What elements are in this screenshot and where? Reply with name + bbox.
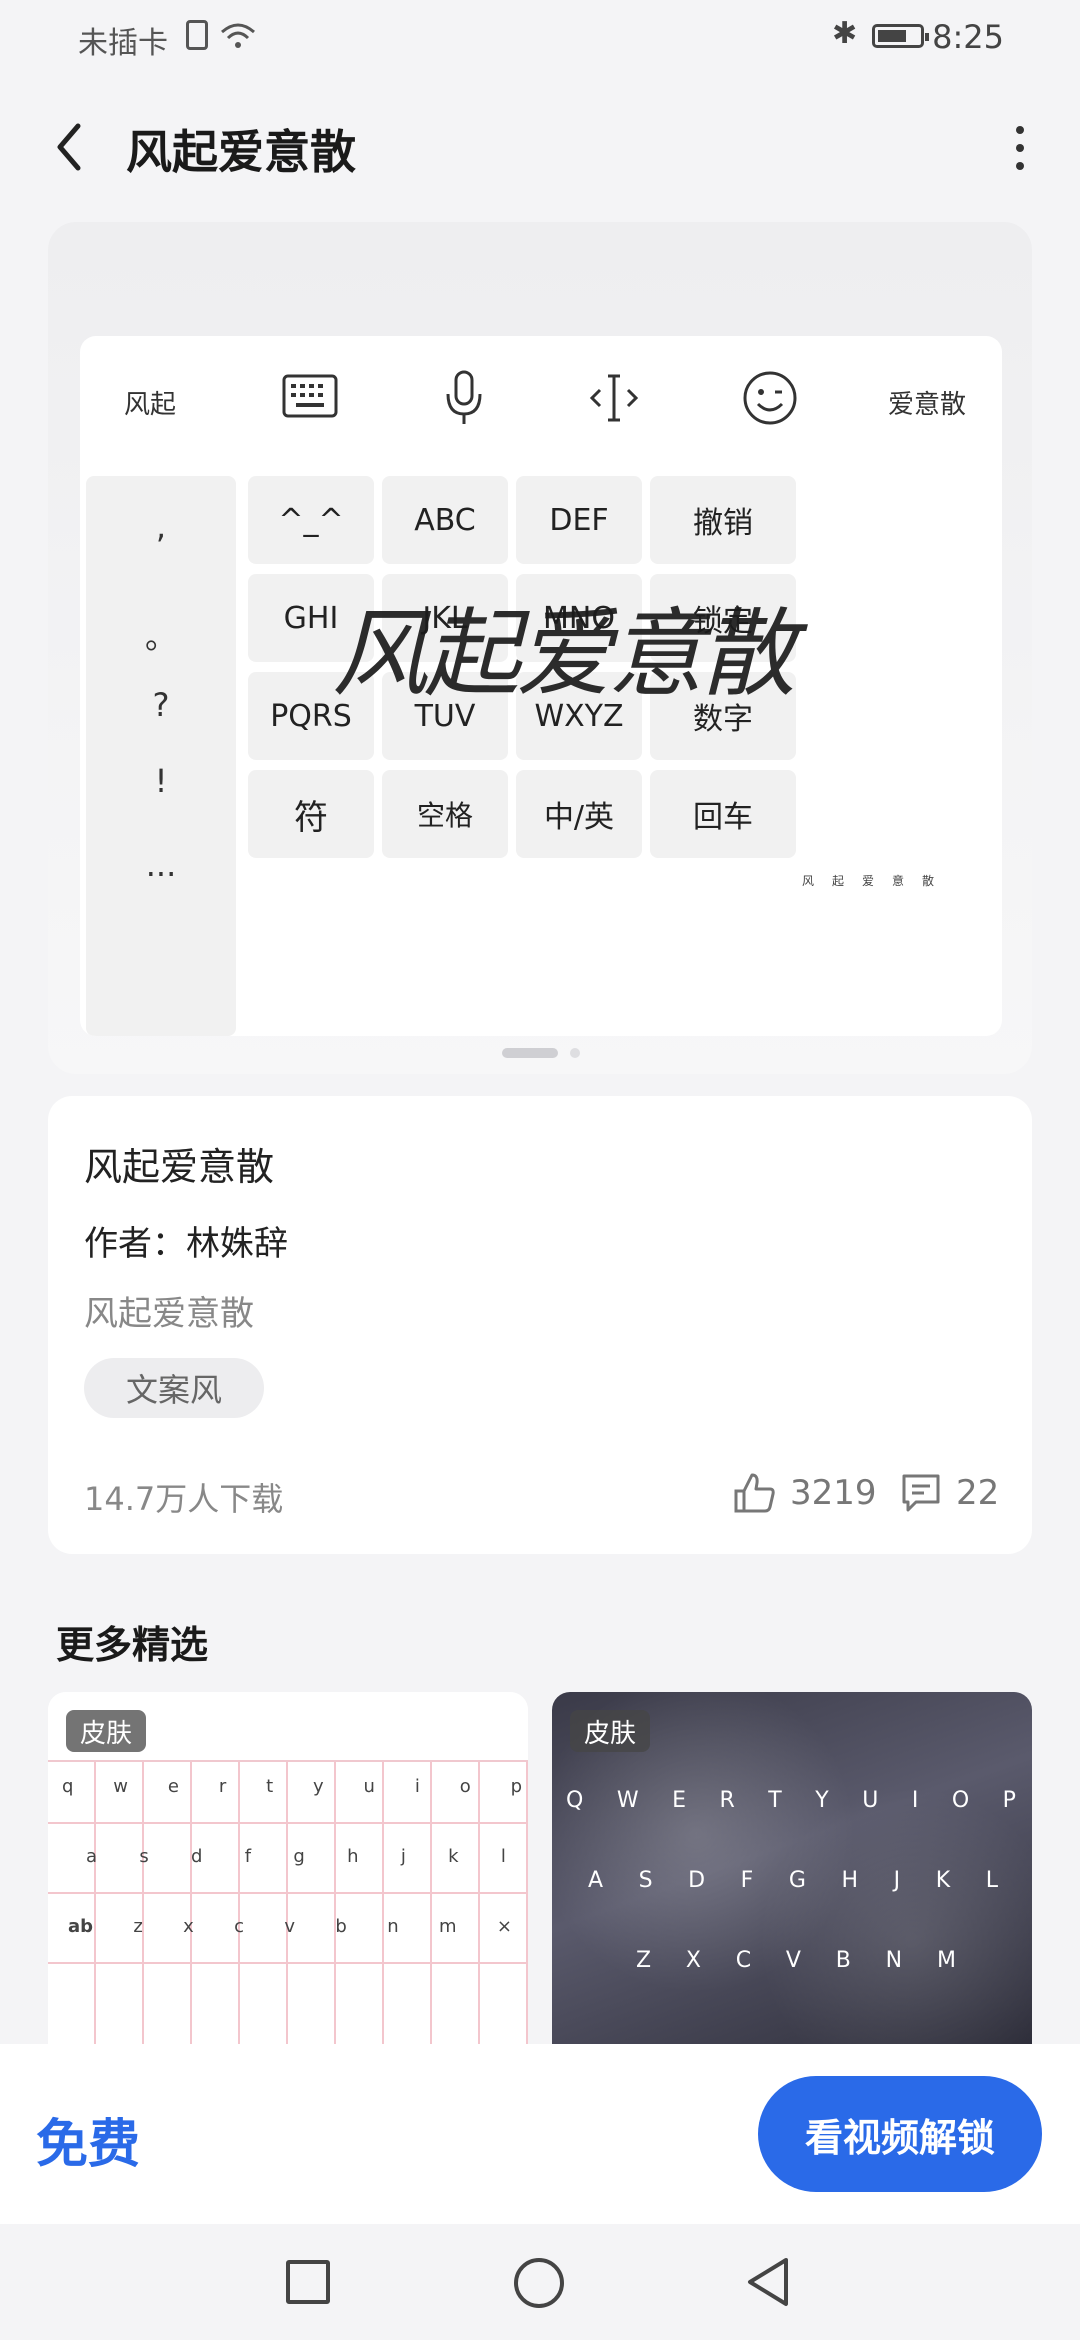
key-symbols: 符: [248, 770, 374, 858]
clock: 8:25: [932, 18, 1004, 56]
app-header: 风起爱意散: [0, 72, 1080, 224]
key-enter: 回车: [650, 770, 796, 858]
thumb2-row1: QWERTYUIOP: [566, 1788, 1016, 1813]
system-nav-bar: [0, 2224, 1080, 2340]
bluetooth-icon: ✱: [832, 16, 858, 51]
thumbs-up-icon: [734, 1473, 775, 1513]
sim-alert-icon: [186, 20, 208, 50]
status-bar: 未插卡 ✱ 8:25: [0, 0, 1080, 72]
skin-description: 风起爱意散: [84, 1294, 254, 1334]
thumb2-badge: 皮肤: [570, 1710, 651, 1752]
toolbar-left-label: 风起: [123, 389, 176, 420]
recents-icon[interactable]: [286, 2260, 330, 2304]
skin-author: 作者：林姝辞: [84, 1224, 288, 1264]
keyboard-preview: 风起 爱意散 , 。 ? ! ... ^_^ ABC DEF 撤销 GHI JK…: [80, 336, 1002, 1036]
thumb1-badge: 皮肤: [66, 1710, 147, 1752]
wifi-icon: [221, 23, 255, 48]
thumb1-keys: [48, 1762, 528, 2046]
like-count: 3219: [790, 1473, 877, 1513]
punct-exclaim: !: [154, 762, 168, 800]
comment-button[interactable]: 22: [900, 1468, 999, 1518]
download-count: 14.7万人下载: [84, 1480, 284, 1518]
key-space: 空格: [382, 770, 508, 858]
cursor-move-icon: [589, 374, 639, 422]
back-nav-icon[interactable]: [742, 2254, 794, 2310]
key-def: DEF: [516, 476, 642, 564]
punct-comma: ,: [155, 508, 167, 546]
skin-name: 风起爱意散: [84, 1145, 275, 1189]
microphone-icon: [446, 370, 482, 424]
home-icon[interactable]: [514, 2258, 564, 2308]
price-label: 免费: [36, 2115, 141, 2175]
emoji-icon: [743, 371, 797, 425]
key-emoticon: ^_^: [248, 476, 374, 564]
punct-period: 。: [144, 618, 177, 656]
punctuation-column: , 。 ? ! ...: [86, 476, 236, 1036]
watch-video-unlock-button[interactable]: 看视频解锁: [758, 2076, 1042, 2192]
skin-preview-card: 风起 爱意散 , 。 ? ! ... ^_^ ABC DEF 撤销 GHI JK…: [48, 222, 1032, 1074]
purchase-bar: 免费 看视频解锁: [0, 2044, 1080, 2224]
skin-thumbnail-1[interactable]: qwertyuiop asdfghjkl ab z x c v b n m × 皮肤: [48, 1692, 528, 2046]
skin-thumbnail-2[interactable]: QWERTYUIOP ASDFGHJKL ZXCVBNM 皮肤: [552, 1692, 1032, 2046]
skin-info-card: 风起爱意散 作者：林姝辞 风起爱意散 文案风 14.7万人下载 3219 22: [48, 1096, 1032, 1554]
key-lang-switch: 中/英: [516, 770, 642, 858]
section-title-more: 更多精选: [56, 1623, 209, 1667]
battery-icon: [872, 24, 929, 48]
skin-tag[interactable]: 文案风: [84, 1358, 264, 1418]
skin-calligraphy-title: 风起爱意散: [332, 598, 796, 710]
keyboard-toolbar: 风起 爱意散: [80, 336, 1002, 466]
thumb1-row3: ab z x c v b n m ×: [68, 1916, 512, 1937]
carrier-label: 未插卡: [78, 26, 168, 61]
page-title: 风起爱意散: [126, 125, 356, 179]
punct-question: ?: [152, 686, 170, 724]
like-button[interactable]: 3219: [732, 1468, 877, 1518]
key-abc: ABC: [382, 476, 508, 564]
back-arrow-icon[interactable]: [44, 112, 94, 182]
comment-icon: [902, 1474, 940, 1512]
comment-count: 22: [956, 1473, 1000, 1513]
punct-ellipsis: ...: [145, 846, 177, 884]
keyboard-icon: [282, 374, 338, 418]
thumb1-row2: asdfghjkl: [86, 1846, 506, 1867]
thumb2-row2: ASDFGHJKL: [588, 1868, 998, 1893]
skin-calligraphy-subtitle: 风起爱意散: [802, 874, 953, 888]
toolbar-right-label: 爱意散: [887, 389, 966, 420]
thumb2-row3: ZXCVBNM: [636, 1948, 956, 1973]
thumb1-row1: qwertyuiop: [62, 1776, 522, 1797]
more-options-icon[interactable]: [1000, 120, 1040, 176]
key-undo: 撤销: [650, 476, 796, 564]
